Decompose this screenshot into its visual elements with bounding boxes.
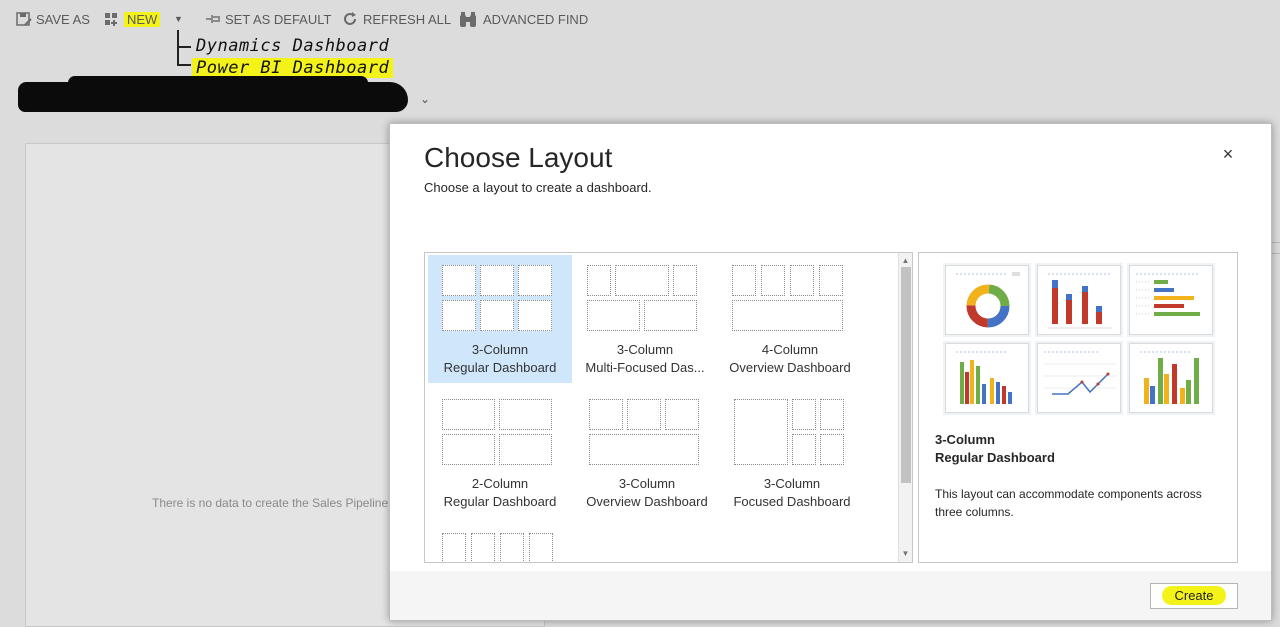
create-button[interactable]: Create (1150, 583, 1238, 609)
command-bar: SAVE AS NEW ▼ SET AS DEFAULT REFRESH ALL… (0, 0, 1280, 38)
scroll-up-icon[interactable]: ▲ (899, 255, 912, 267)
layout-tile-2col-regular[interactable]: 2-Column Regular Dashboard (428, 389, 572, 517)
layout-tile-line2: Focused Dashboard (733, 494, 851, 509)
preview-donut-chart (945, 265, 1029, 335)
refresh-icon (343, 12, 359, 26)
layout-tile-partial[interactable] (428, 523, 572, 562)
preview-line-chart (1037, 343, 1121, 413)
advanced-find-button[interactable]: ADVANCED FIND (459, 10, 588, 28)
new-dashboard-icon (104, 12, 120, 26)
layout-tile-line1: 3-Column (616, 342, 674, 357)
annotation-bracket (177, 30, 187, 66)
layout-thumbnail (442, 265, 554, 331)
preview-stacked-bar-chart (1037, 265, 1121, 335)
layout-tile-3col-overview[interactable]: 3-Column Overview Dashboard (575, 389, 719, 517)
chevron-down-icon: ▼ (174, 14, 183, 24)
layout-thumbnail (734, 399, 846, 465)
preview-description: This layout can accommodate components a… (935, 487, 1202, 519)
layout-tile-4col-overview[interactable]: 4-Column Overview Dashboard (718, 255, 862, 383)
dashboard-selector-chevron-icon[interactable]: ⌄ (420, 92, 430, 106)
preview-image (945, 265, 1215, 415)
close-icon[interactable]: × (1218, 144, 1238, 164)
layout-list: 3-Column Regular Dashboard 3-Column Mult… (424, 252, 913, 563)
annotation-powerbi-dashboard: Power BI Dashboard (192, 58, 394, 78)
layout-list-scrollbar[interactable]: ▲ ▼ (898, 253, 912, 562)
layout-tile-line1: 2-Column (471, 476, 529, 491)
advanced-find-label: ADVANCED FIND (483, 11, 589, 27)
layout-tile-3col-regular[interactable]: 3-Column Regular Dashboard (428, 255, 572, 383)
save-as-icon (16, 12, 32, 26)
save-as-label: SAVE AS (36, 11, 90, 27)
layout-thumbnail (589, 399, 701, 465)
layout-tile-line2: Multi-Focused Das... (585, 360, 705, 375)
scrollbar-thumb[interactable] (901, 267, 911, 483)
redacted-dashboard-name (18, 76, 408, 112)
dialog-title: Choose Layout (424, 142, 613, 173)
layout-tile-line2: Regular Dashboard (443, 494, 557, 509)
preview-horizontal-bar-chart (1129, 265, 1213, 335)
create-button-label: Create (1162, 586, 1226, 605)
layout-thumbnail (442, 533, 554, 562)
layout-thumbnail (442, 399, 554, 465)
layout-tile-line2: Regular Dashboard (443, 360, 557, 375)
layout-tile-line1: 3-Column (618, 476, 676, 491)
layout-preview-panel: 3-Column Regular Dashboard This layout c… (918, 252, 1238, 563)
scroll-down-icon[interactable]: ▼ (899, 548, 912, 560)
binoculars-icon (459, 12, 479, 27)
layout-thumbnail (732, 265, 844, 331)
save-as-button[interactable]: SAVE AS (16, 10, 90, 28)
dialog-footer: Create (390, 571, 1271, 620)
set-as-default-button[interactable]: SET AS DEFAULT (205, 10, 331, 28)
layout-tile-3col-focused[interactable]: 3-Column Focused Dashboard (720, 389, 864, 517)
layout-tile-line1: 3-Column (471, 342, 529, 357)
preview-mixed-column-chart (1129, 343, 1213, 413)
pin-icon (205, 12, 221, 26)
preview-title-line2: Regular Dashboard (935, 450, 1055, 465)
set-as-default-label: SET AS DEFAULT (225, 11, 332, 27)
layout-tile-line1: 4-Column (761, 342, 819, 357)
preview-title-line1: 3-Column (935, 432, 995, 447)
refresh-all-button[interactable]: REFRESH ALL (343, 10, 451, 28)
preview-column-chart (945, 343, 1029, 413)
new-button[interactable]: NEW (104, 10, 161, 28)
annotation-tick-1 (177, 46, 191, 48)
annotation-tick-2 (177, 64, 191, 66)
layout-tile-line2: Overview Dashboard (586, 494, 708, 509)
layout-tile-line2: Overview Dashboard (729, 360, 851, 375)
layout-tile-3col-multi-focused[interactable]: 3-Column Multi-Focused Das... (573, 255, 717, 383)
empty-data-message: There is no data to create the Sales Pip… (152, 496, 389, 510)
new-label: NEW (124, 11, 161, 27)
new-dropdown-arrow[interactable]: ▼ (174, 10, 183, 28)
layout-tile-line1: 3-Column (763, 476, 821, 491)
choose-layout-dialog: Choose Layout Choose a layout to create … (389, 123, 1272, 621)
refresh-all-label: REFRESH ALL (363, 11, 452, 27)
layout-thumbnail (587, 265, 699, 331)
dialog-subtitle: Choose a layout to create a dashboard. (424, 180, 652, 195)
annotation-dynamics-dashboard: Dynamics Dashboard (196, 36, 390, 56)
